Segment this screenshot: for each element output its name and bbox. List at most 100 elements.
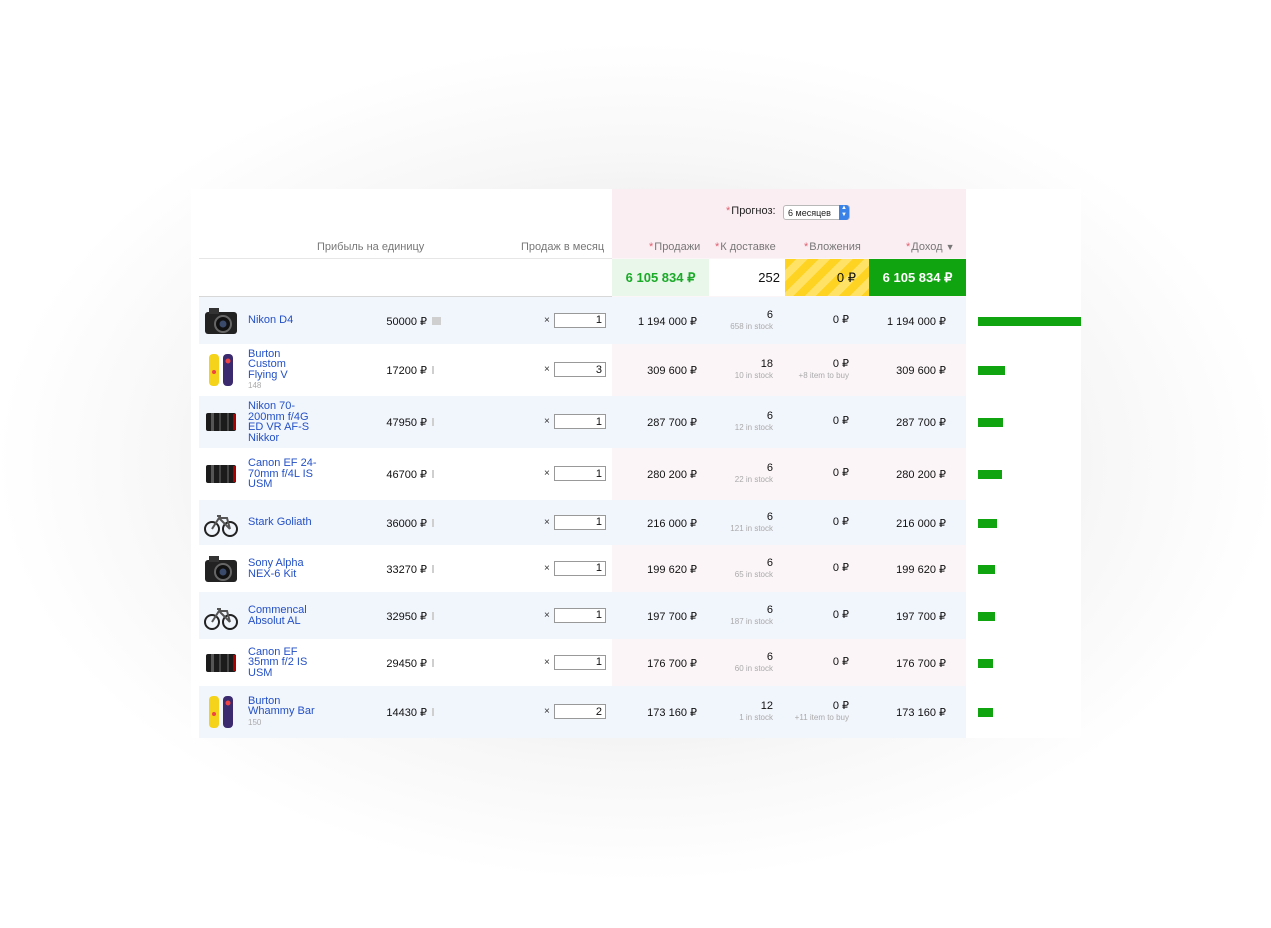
income-value: 280 200 ₽ — [896, 469, 946, 481]
product-link[interactable]: Sony Alpha NEX-6 Kit — [248, 558, 318, 580]
lens-icon — [203, 404, 239, 440]
forecast-table: *Прогноз: 6 месяцев ▲ ▼ Прибыль на единиц… — [191, 189, 1081, 738]
snowboard-icon — [203, 352, 239, 388]
investments-value: 0 ₽ — [832, 467, 849, 479]
product-link[interactable]: Burton Whammy Bar — [248, 695, 318, 717]
stock-note: 22 in stock — [734, 475, 773, 484]
investments-cell: 0 ₽ — [832, 561, 849, 574]
header-sales-per-month[interactable]: Продаж в месяц — [521, 241, 604, 253]
investments-value: 0 ₽ — [832, 655, 849, 668]
income-share-bar — [978, 708, 993, 717]
income-value: 176 700 ₽ — [896, 657, 946, 670]
product-cell: Canon EF 35mm f/2 IS USM — [248, 639, 318, 686]
product-link[interactable]: Canon EF 35mm f/2 IS USM — [248, 646, 318, 679]
profit-value: 14430 ₽ — [386, 707, 427, 719]
sales-per-month-input[interactable] — [554, 362, 606, 377]
to-delivery-cell: 6 65 in stock — [735, 557, 773, 580]
total-investments: 0 ₽ — [785, 259, 869, 296]
investments-value: 0 ₽ — [832, 700, 849, 712]
investments-cell: 0 ₽ — [832, 313, 849, 326]
sales-per-month-input[interactable] — [554, 414, 606, 429]
snowboard-icon — [203, 694, 239, 730]
to-delivery-cell: 6 22 in stock — [735, 463, 773, 485]
to-delivery-value: 6 — [766, 650, 773, 663]
table-row: Commencal Absolut AL 32950 ₽ × 197 700 ₽ 618… — [199, 592, 995, 639]
stock-note: 10 in stock — [734, 371, 773, 380]
product-link[interactable]: Stark Goliath — [248, 517, 318, 528]
product-link[interactable]: Nikon D4 — [248, 315, 318, 326]
product-link[interactable]: Canon EF 24-70mm f/4L IS USM — [248, 458, 318, 490]
income-share-bar — [978, 366, 1005, 375]
forecast-period-select[interactable]: 6 месяцев ▲ ▼ — [783, 205, 850, 220]
sales-per-month-input[interactable] — [554, 514, 606, 530]
stock-note: 1 in stock — [739, 713, 773, 722]
to-delivery-value: 6 — [766, 410, 773, 422]
profit-bar — [432, 418, 434, 426]
sales-value: 309 600 ₽ — [647, 365, 697, 377]
table-row: Stark Goliath 36000 ₽ × 216 000 ₽ 6121 in st… — [199, 500, 997, 545]
product-link[interactable]: Nikon 70-200mm f/4G ED VR AF-S Nikkor — [248, 401, 318, 444]
income-share-bar — [978, 418, 1003, 427]
sort-desc-icon: ▼ — [945, 242, 955, 252]
stock-note: 658 in stock — [730, 321, 773, 331]
sales-per-month-input[interactable] — [554, 607, 606, 623]
stock-note: 121 in stock — [730, 523, 773, 533]
income-value: 199 620 ₽ — [896, 563, 946, 576]
income-share-bar — [978, 611, 995, 621]
investments-cell: 0 ₽ +8 item to buy — [799, 359, 849, 381]
to-delivery-value: 6 — [766, 510, 773, 523]
total-income: 6 105 834 ₽ — [869, 259, 966, 296]
select-arrows-icon: ▲ ▼ — [839, 205, 849, 220]
product-cell: Burton Whammy Bar 150 — [248, 686, 318, 738]
profit-value: 17200 ₽ — [386, 365, 427, 377]
multiply-icon: × — [544, 364, 550, 375]
header-to-delivery[interactable]: *К доставке — [715, 241, 776, 253]
to-delivery-value: 18 — [760, 358, 773, 370]
table-row: Burton Custom Flying V148 17200 ₽ × 309 600… — [199, 344, 1005, 396]
multiply-icon: × — [544, 562, 550, 574]
stock-note: 60 in stock — [734, 663, 773, 673]
income-value: 309 600 ₽ — [896, 365, 946, 377]
investments-value: 0 ₽ — [832, 561, 849, 574]
profit-value: 33270 ₽ — [386, 563, 427, 576]
investments-value: 0 ₽ — [832, 313, 849, 326]
table-row: Canon EF 35mm f/2 IS USM 29450 ₽ × 176 700 … — [199, 639, 993, 686]
product-link[interactable]: Burton Custom Flying V — [248, 348, 318, 381]
table-row: Sony Alpha NEX-6 Kit 33270 ₽ × 199 620 ₽ 665… — [199, 545, 995, 592]
sales-value: 280 200 ₽ — [647, 469, 697, 481]
total-to-delivery: 252 — [709, 259, 785, 296]
product-cell: Commencal Absolut AL — [248, 592, 318, 639]
sales-per-month-input[interactable] — [554, 312, 606, 328]
forecast-period-value: 6 месяцев — [788, 208, 831, 218]
bicycle-icon — [203, 505, 239, 541]
to-delivery-value: 6 — [766, 603, 773, 616]
header-profit-per-unit[interactable]: Прибыль на единицу — [317, 241, 424, 253]
multiply-icon: × — [544, 706, 550, 717]
header-income[interactable]: *Доход ▼ — [906, 241, 955, 253]
income-share-bar — [978, 518, 997, 528]
investments-value: 0 ₽ — [832, 608, 849, 621]
profit-bar — [432, 316, 441, 325]
sales-value: 199 620 ₽ — [647, 563, 697, 576]
total-sales: 6 105 834 ₽ — [612, 259, 709, 296]
investments-cell: 0 ₽ — [833, 516, 849, 528]
to-delivery-value: 12 — [760, 700, 773, 712]
sales-value: 1 194 000 ₽ — [638, 315, 697, 328]
header-investments[interactable]: *Вложения — [804, 241, 861, 253]
multiply-icon: × — [544, 416, 550, 427]
to-delivery-cell: 6 12 in stock — [735, 411, 773, 433]
profit-bar — [432, 470, 434, 478]
sales-per-month-input[interactable] — [554, 466, 606, 481]
sales-per-month-input[interactable] — [554, 654, 606, 670]
income-value: 173 160 ₽ — [896, 707, 946, 719]
header-sales[interactable]: *Продажи — [649, 241, 700, 253]
sales-per-month-input[interactable] — [554, 704, 606, 719]
profit-bar — [432, 366, 434, 374]
sales-per-month-input[interactable] — [554, 560, 606, 576]
product-cell: Sony Alpha NEX-6 Kit — [248, 545, 318, 592]
profit-value: 47950 ₽ — [386, 417, 427, 429]
income-share-bar — [978, 316, 1081, 326]
table-row: Nikon 70-200mm f/4G ED VR AF-S Nikkor 479… — [199, 396, 1003, 448]
product-id: 150 — [248, 717, 262, 727]
product-link[interactable]: Commencal Absolut AL — [248, 605, 318, 627]
